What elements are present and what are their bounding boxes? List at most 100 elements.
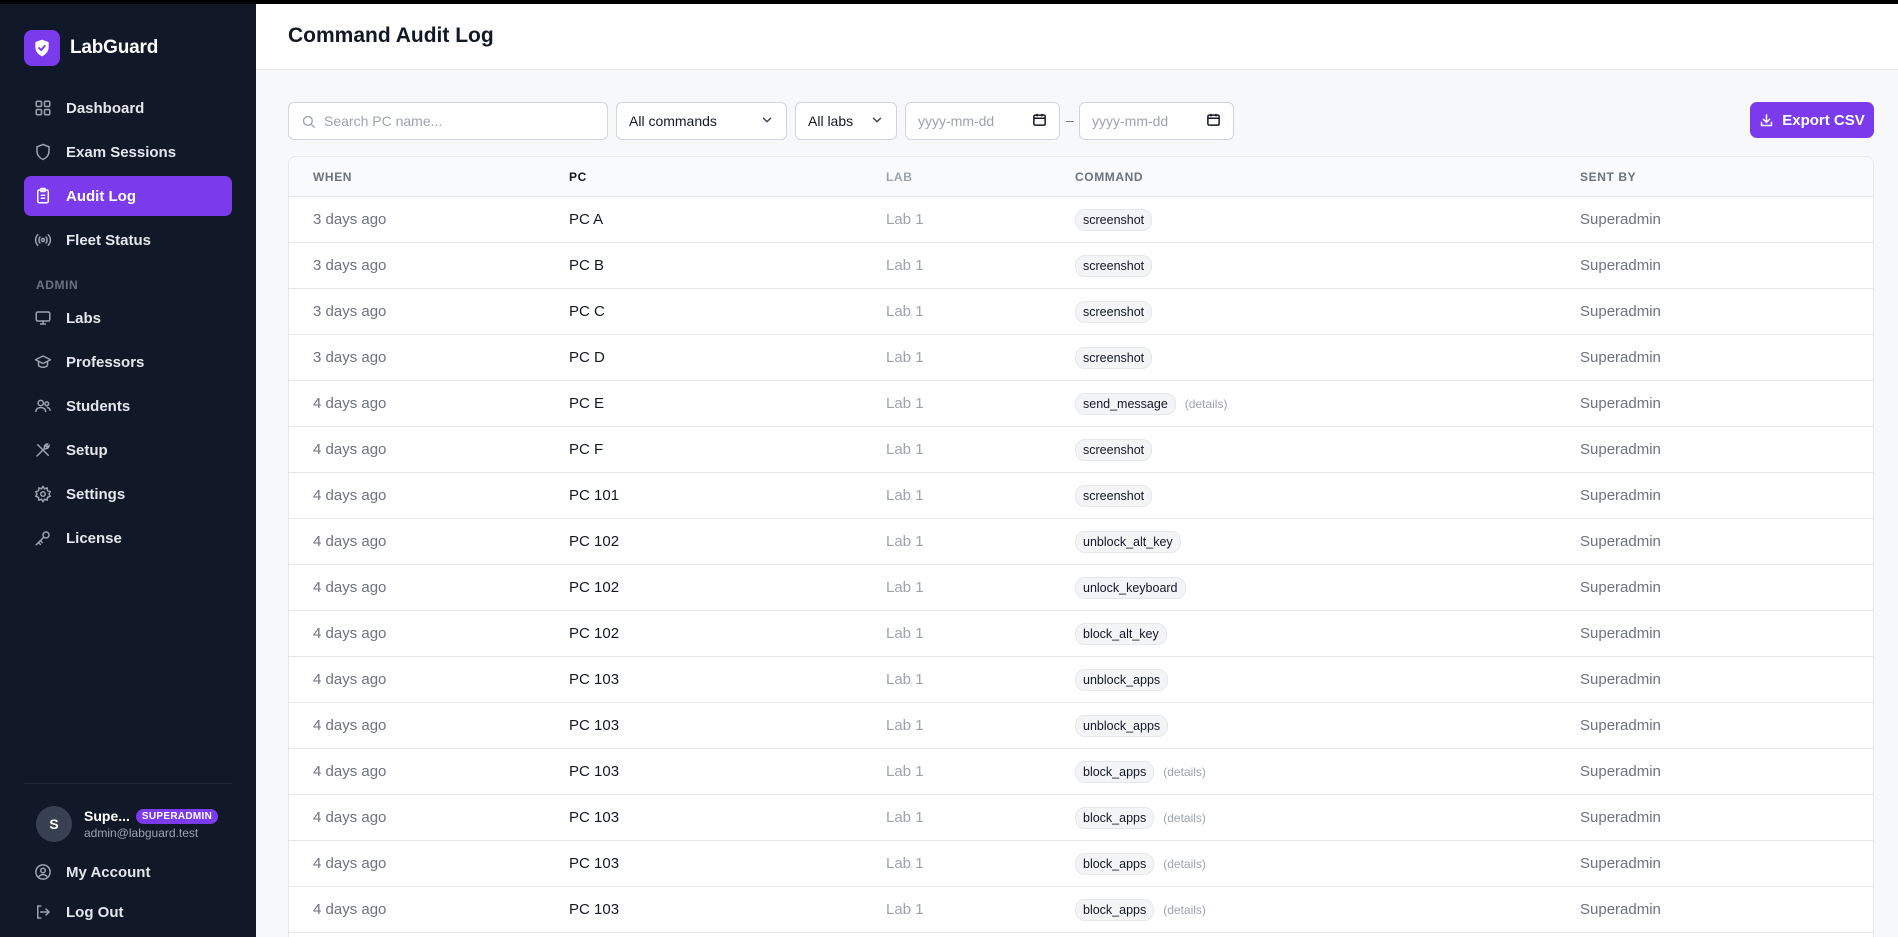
sidebar-item-setup[interactable]: Setup — [24, 430, 232, 470]
cell-pc: PC 103 — [569, 717, 620, 734]
table-row[interactable]: 4 days ago PC 103 Lab 1 unblock_apps Superad… — [289, 657, 1873, 703]
cell-command: screenshot — [1075, 438, 1580, 461]
cell-when: 4 days ago — [313, 395, 387, 412]
calendar-icon[interactable] — [1206, 112, 1221, 130]
table-row[interactable]: 3 days ago PC B Lab 1 screenshot Superadmin — [289, 243, 1873, 289]
main-nav: Dashboard Exam Sessions Audit Log Fleet … — [24, 88, 232, 562]
calendar-icon[interactable] — [1032, 112, 1047, 130]
cell-pc: PC 103 — [569, 855, 620, 872]
cell-command: block_apps (details) — [1075, 898, 1580, 921]
search-box[interactable] — [288, 102, 608, 140]
table-row[interactable]: 4 days ago PC 102 Lab 1 block_alt_key Supera… — [289, 611, 1873, 657]
logout-icon — [34, 903, 52, 921]
cell-pc: PC F — [569, 441, 604, 458]
page-title: Command Audit Log — [288, 24, 494, 47]
cell-sent-by: Superadmin — [1580, 579, 1661, 596]
cell-command: unlock_keyboard — [1075, 576, 1580, 599]
search-icon — [301, 114, 316, 129]
table-row[interactable]: 4 days ago PC 103 Lab 1 block_apps (details)… — [289, 841, 1873, 887]
cell-when: 3 days ago — [313, 349, 387, 366]
sidebar-divider — [24, 783, 232, 784]
sidebar-item-label: Setup — [66, 441, 108, 459]
sidebar-item-dashboard[interactable]: Dashboard — [24, 88, 232, 128]
date-from-input[interactable]: yyyy-mm-dd — [905, 102, 1060, 140]
table-row[interactable]: 4 days ago PC F Lab 1 screenshot Superadmin — [289, 427, 1873, 473]
table-row[interactable]: 3 days ago PC D Lab 1 screenshot Superadmin — [289, 335, 1873, 381]
command-badge: screenshot — [1075, 300, 1153, 323]
sidebar-item-label: My Account — [66, 863, 151, 881]
table-row[interactable]: 4 days ago PC 103 Lab 1 unblock_apps Superad… — [289, 703, 1873, 749]
column-header-pc[interactable]: PC — [569, 170, 886, 184]
cell-when: 4 days ago — [313, 533, 387, 550]
cell-pc: PC 103 — [569, 671, 620, 688]
column-header-command[interactable]: COMMAND — [1075, 170, 1580, 184]
brand[interactable]: LabGuard — [24, 30, 158, 66]
command-badge: screenshot — [1075, 346, 1153, 369]
table-row[interactable]: 3 days ago PC A Lab 1 screenshot Superadmin — [289, 197, 1873, 243]
sidebar-item-exam-sessions[interactable]: Exam Sessions — [24, 132, 232, 172]
export-csv-button[interactable]: Export CSV — [1750, 102, 1874, 138]
cell-command: block_apps (details) — [1075, 852, 1580, 875]
sidebar-item-label: Exam Sessions — [66, 143, 177, 161]
cell-sent-by: Superadmin — [1580, 395, 1661, 412]
search-input[interactable] — [324, 113, 594, 129]
cell-pc: PC B — [569, 257, 605, 274]
cell-lab: Lab 1 — [886, 441, 924, 458]
details-link[interactable]: (details) — [1163, 765, 1206, 779]
avatar: S — [36, 806, 72, 842]
table-row[interactable]: 4 days ago PC E Lab 1 send_message (details)… — [289, 381, 1873, 427]
sidebar-item-labs[interactable]: Labs — [24, 298, 232, 338]
sidebar-item-label: Labs — [66, 309, 102, 327]
details-link[interactable]: (details) — [1163, 903, 1206, 917]
command-filter-value: All commands — [629, 113, 717, 129]
gear-icon — [34, 485, 52, 503]
column-header-sent-by[interactable]: SENT BY — [1580, 170, 1636, 184]
shield-icon — [34, 143, 52, 161]
column-header-when[interactable]: WHEN — [289, 170, 569, 184]
sidebar-item-professors[interactable]: Professors — [24, 342, 232, 382]
sidebar-item-students[interactable]: Students — [24, 386, 232, 426]
cell-sent-by: Superadmin — [1580, 717, 1661, 734]
lab-filter-select[interactable]: All labs — [795, 102, 897, 140]
cell-lab: Lab 1 — [886, 303, 924, 320]
sidebar-item-label: Log Out — [66, 903, 124, 921]
sidebar-item-fleet-status[interactable]: Fleet Status — [24, 220, 232, 260]
cell-lab: Lab 1 — [886, 533, 924, 550]
sidebar: LabGuard Dashboard Exam Sessions Audit L… — [0, 0, 256, 937]
command-badge: unblock_apps — [1075, 668, 1169, 691]
cell-lab: Lab 1 — [886, 855, 924, 872]
cell-when: 4 days ago — [313, 441, 387, 458]
cell-pc: PC 103 — [569, 763, 620, 780]
cell-sent-by: Superadmin — [1580, 901, 1661, 918]
column-header-lab[interactable]: LAB — [886, 170, 1075, 184]
dashboard-icon — [34, 99, 52, 117]
details-link[interactable]: (details) — [1163, 811, 1206, 825]
details-link[interactable]: (details) — [1163, 857, 1206, 871]
cell-pc: PC A — [569, 211, 604, 228]
sidebar-item-log-out[interactable]: Log Out — [24, 894, 232, 930]
command-badge: unblock_alt_key — [1075, 530, 1181, 553]
command-badge: screenshot — [1075, 208, 1153, 231]
sidebar-item-my-account[interactable]: My Account — [24, 854, 232, 890]
sidebar-item-audit-log[interactable]: Audit Log — [24, 176, 232, 216]
cell-sent-by: Superadmin — [1580, 487, 1661, 504]
cell-lab: Lab 1 — [886, 257, 924, 274]
command-filter-select[interactable]: All commands — [616, 102, 787, 140]
command-badge: block_apps — [1075, 852, 1155, 875]
details-link[interactable]: (details) — [1185, 397, 1228, 411]
cell-command: screenshot — [1075, 346, 1580, 369]
user-profile[interactable]: S Supe... SUPERADMIN admin@labguard.test — [36, 806, 219, 842]
table-row[interactable]: 4 days ago PC 102 Lab 1 unlock_keyboard Supe… — [289, 565, 1873, 611]
table-row[interactable]: 4 days ago PC 102 Lab 1 unblock_alt_key Supe… — [289, 519, 1873, 565]
table-row[interactable]: 4 days ago PC 103 Lab 1 block_apps (details)… — [289, 887, 1873, 933]
table-row[interactable]: 4 days ago PC 103 Lab 1 block_apps (details)… — [289, 795, 1873, 841]
user-circle-icon — [34, 863, 52, 881]
table-row[interactable]: 4 days ago PC 101 Lab 1 screenshot Superadmi… — [289, 473, 1873, 519]
table-row[interactable]: 3 days ago PC C Lab 1 screenshot Superadmin — [289, 289, 1873, 335]
command-badge: unlock_keyboard — [1075, 576, 1186, 599]
sidebar-item-settings[interactable]: Settings — [24, 474, 232, 514]
cell-sent-by: Superadmin — [1580, 625, 1661, 642]
sidebar-item-license[interactable]: License — [24, 518, 232, 558]
table-row[interactable]: 4 days ago PC 103 Lab 1 block_apps (details)… — [289, 749, 1873, 795]
date-to-input[interactable]: yyyy-mm-dd — [1079, 102, 1234, 140]
